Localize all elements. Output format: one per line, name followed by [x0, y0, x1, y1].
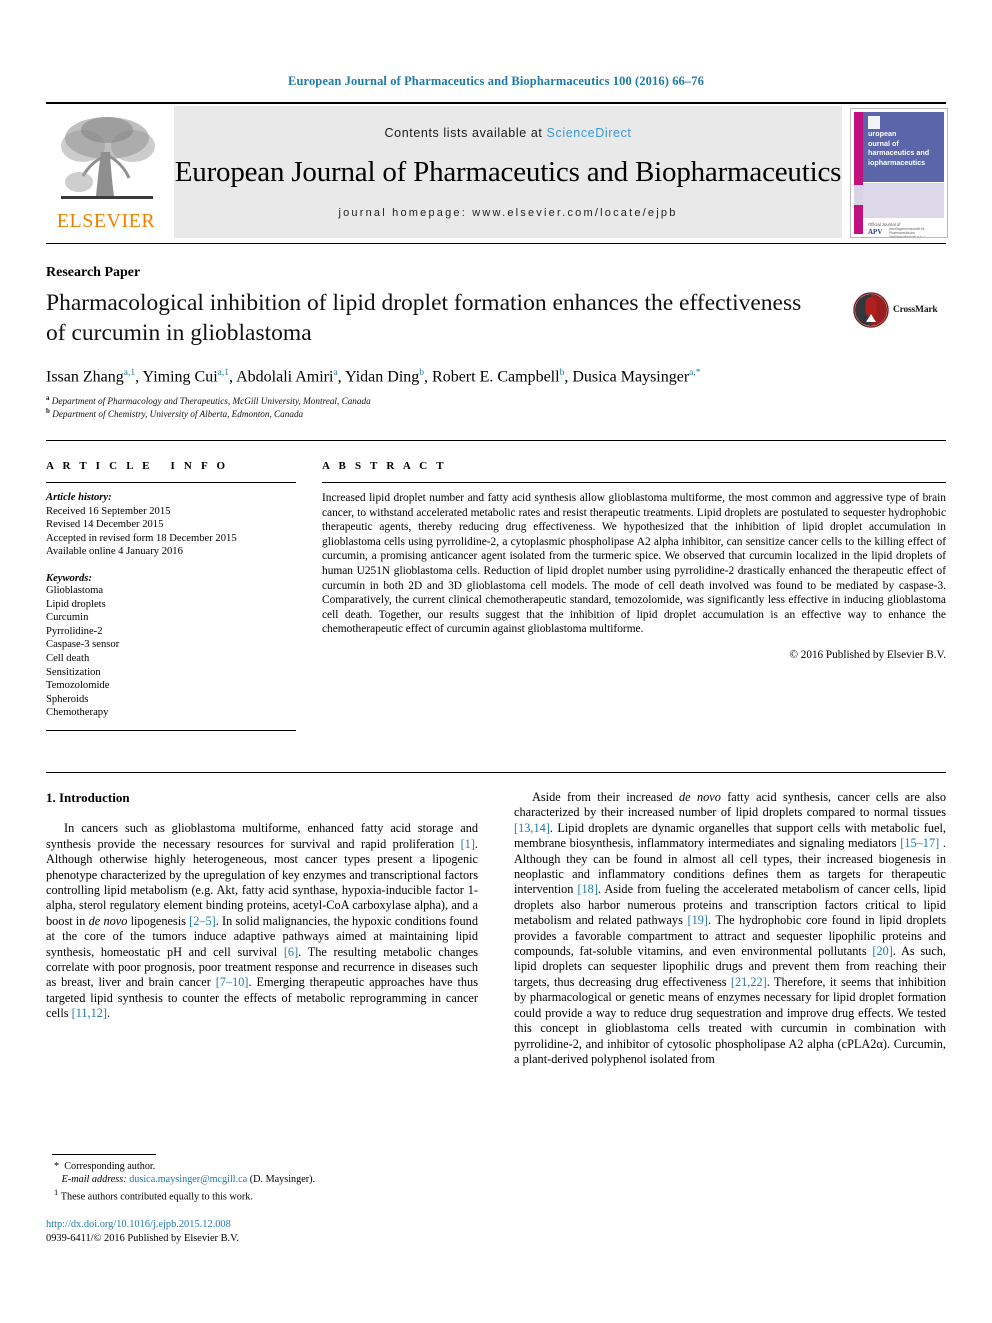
- history-revised: Revised 14 December 2015: [46, 519, 164, 531]
- keyword-item: Caspase-3 sensor: [46, 639, 120, 651]
- elsevier-logo: ELSEVIER: [46, 106, 166, 238]
- journal-homepage-line[interactable]: journal homepage: www.elsevier.com/locat…: [338, 207, 677, 219]
- cover-title-line-4: iopharmaceutics: [868, 157, 926, 167]
- abstract-text: Increased lipid droplet number and fatty…: [322, 492, 946, 636]
- keyword-item: Cell death: [46, 652, 90, 664]
- email-owner: (D. Maysinger).: [249, 1174, 316, 1185]
- keyword-item: Curcumin: [46, 612, 89, 624]
- keyword-item: Chemotherapy: [46, 707, 109, 719]
- footnote-divider: [52, 1154, 156, 1155]
- history-online: Available online 4 January 2016: [46, 546, 183, 558]
- footnote-equal-contribution: 1 These authors contributed equally to t…: [46, 1186, 478, 1203]
- journal-masthead: ELSEVIER Contents lists available at Sci…: [46, 102, 948, 238]
- cover-title-lines: uropean ournal of harmaceutics and iopha…: [868, 129, 942, 167]
- journal-banner: Contents lists available at ScienceDirec…: [174, 106, 842, 238]
- keywords-list: Glioblastoma Lipid droplets Curcumin Pyr…: [46, 584, 296, 720]
- abstract-heading: A B S T R A C T: [322, 460, 447, 472]
- page-title: Pharmacological inhibition of lipid drop…: [46, 290, 802, 346]
- keyword-item: Temozolomide: [46, 680, 110, 692]
- elsevier-wordmark: ELSEVIER: [56, 210, 156, 232]
- article-type-label: Research Paper: [46, 265, 141, 280]
- footnote-corresponding-author: * Corresponding author.: [54, 1161, 156, 1172]
- body-column-left: 1. Introduction In cancers such as gliob…: [46, 790, 478, 1022]
- affiliation-b: b Department of Chemistry, University of…: [46, 407, 304, 420]
- doi-link[interactable]: http://dx.doi.org/10.1016/j.ejpb.2015.12…: [46, 1218, 506, 1232]
- cover-society-name: Arbeitsgemeinschaft für Pharmazeutische …: [889, 227, 925, 238]
- history-received: Received 16 September 2015: [46, 505, 171, 517]
- contents-available-line: Contents lists available at ScienceDirec…: [385, 126, 632, 140]
- footnote-email: E-mail address: dusica.maysinger@mcgill.…: [46, 1173, 478, 1186]
- body-column-right: Aside from their increased de novo fatty…: [514, 790, 946, 1067]
- article-info-heading: A R T I C L E I N F O: [46, 460, 229, 472]
- article-info-column: A R T I C L E I N F O Article history: R…: [46, 460, 296, 731]
- crossmark-badge[interactable]: CrossMark: [853, 292, 943, 336]
- keywords-label: Keywords:: [46, 572, 92, 584]
- history-accepted: Accepted in revised form 18 December 201…: [46, 532, 237, 544]
- sciencedirect-link[interactable]: ScienceDirect: [547, 126, 632, 140]
- title-divider: [46, 243, 946, 244]
- affiliation-b-text: Department of Chemistry, University of A…: [52, 409, 304, 420]
- body-paragraph: Aside from their increased de novo fatty…: [514, 790, 947, 1066]
- info-divider-top: [46, 440, 946, 441]
- body-paragraph: In cancers such as glioblastoma multifor…: [46, 821, 478, 1021]
- article-history-label: Article history:: [46, 492, 112, 503]
- keyword-item: Glioblastoma: [46, 584, 104, 596]
- footnote-equal-text: These authors contributed equally to thi…: [60, 1191, 253, 1203]
- cover-elsevier-mark-icon: [868, 116, 880, 129]
- doi-block: http://dx.doi.org/10.1016/j.ejpb.2015.12…: [46, 1218, 506, 1245]
- section-title-introduction: 1. Introduction: [46, 790, 130, 805]
- keyword-item: Lipid droplets: [46, 598, 106, 610]
- contents-prefix: Contents lists available at: [384, 126, 547, 140]
- keyword-item: Sensitization: [46, 666, 101, 678]
- footnote-marker-1: 1: [54, 1187, 59, 1197]
- cover-title-line-3: harmaceutics and: [868, 148, 930, 158]
- journal-title: European Journal of Pharmaceutics and Bi…: [174, 156, 842, 188]
- crossmark-label: CrossMark: [893, 305, 938, 315]
- running-head: European Journal of Pharmaceutics and Bi…: [288, 74, 704, 88]
- author-list: Issan Zhanga,1, Yiming Cuia,1, Abdolali …: [46, 368, 701, 386]
- abstract-column: A B S T R A C T Increased lipid droplet …: [322, 460, 946, 661]
- journal-cover-thumbnail: uropean ournal of harmaceutics and iopha…: [850, 106, 948, 238]
- crossmark-icon: [853, 292, 889, 328]
- footnote-corresponding-text: Corresponding author.: [64, 1161, 156, 1172]
- email-address-label: E-mail address:: [61, 1174, 127, 1185]
- keyword-item: Spheroids: [46, 693, 89, 705]
- elsevier-tree-icon: [61, 117, 155, 199]
- footnotes-block: * Corresponding author. E-mail address: …: [46, 1160, 478, 1203]
- cover-title-line-1: uropean: [868, 129, 897, 138]
- cover-society-abbrev: APV: [868, 228, 883, 236]
- abstract-copyright: © 2016 Published by Elsevier B.V.: [789, 648, 946, 661]
- email-link[interactable]: dusica.maysinger@mcgill.ca: [129, 1174, 247, 1185]
- body-divider: [46, 772, 946, 773]
- keywords-block: Keywords: Glioblastoma Lipid droplets Cu…: [46, 573, 296, 731]
- issn-copyright-line: 0939-6411/© 2016 Published by Elsevier B…: [46, 1232, 239, 1244]
- cover-title-line-2: ournal of: [868, 138, 899, 148]
- article-history: Article history: Received 16 September 2…: [46, 491, 296, 559]
- keyword-item: Pyrrolidine-2: [46, 625, 103, 637]
- journal-article-page: European Journal of Pharmaceutics and Bi…: [0, 0, 992, 1323]
